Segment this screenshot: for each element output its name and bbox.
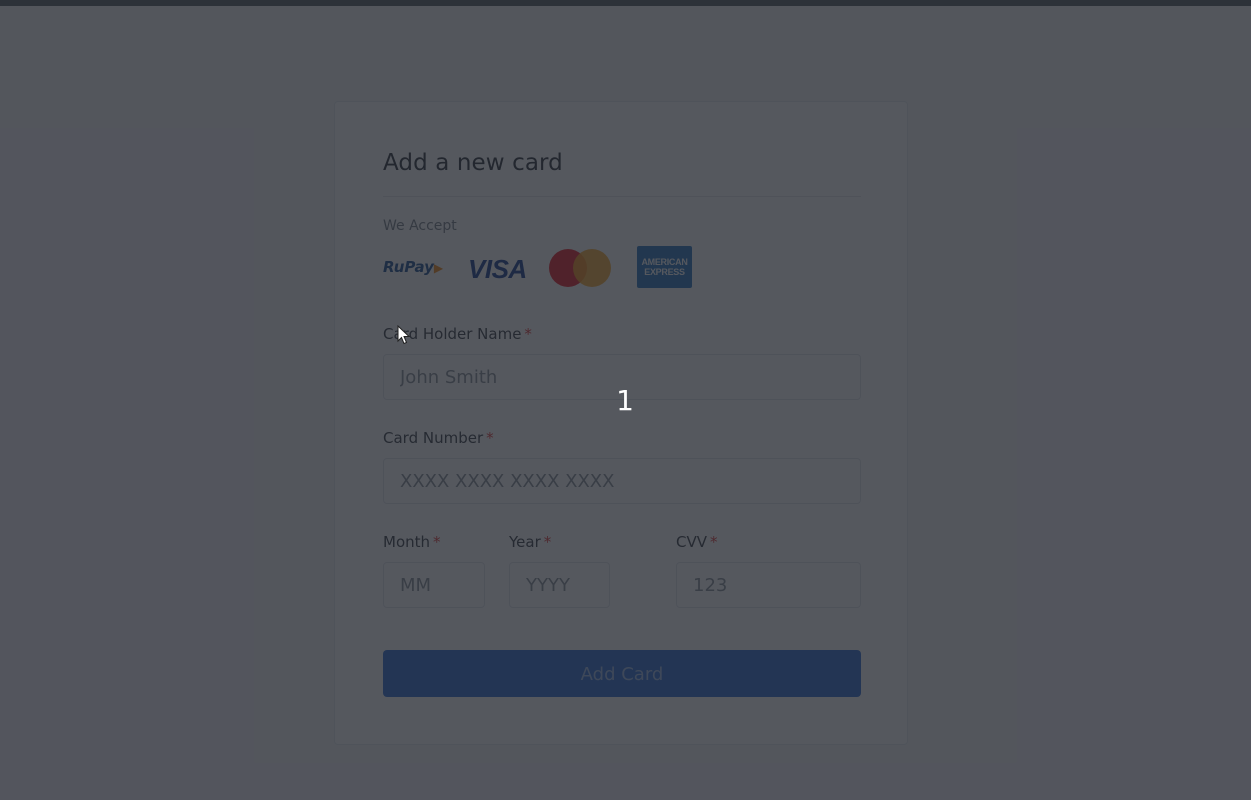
counter-badge: 1	[616, 384, 634, 417]
year-input[interactable]	[509, 562, 610, 608]
card-number-label: Card Number *	[383, 429, 494, 447]
amex-line-2: EXPRESS	[644, 267, 685, 277]
month-label: Month *	[383, 533, 441, 551]
cvv-label-text: CVV	[676, 533, 707, 551]
title-divider	[383, 196, 861, 197]
mouse-cursor-icon	[397, 325, 411, 345]
required-marker: *	[524, 325, 532, 343]
month-input[interactable]	[383, 562, 485, 608]
required-marker: *	[710, 533, 718, 551]
required-marker: *	[486, 429, 494, 447]
required-marker: *	[543, 533, 552, 551]
mastercard-yellow-circle	[573, 249, 611, 287]
visa-logo-icon: VISA	[468, 254, 527, 284]
rupay-logo-icon: RuPay▶	[383, 258, 443, 276]
amex-logo-icon: AMERICAN EXPRESS	[637, 246, 692, 288]
year-label-text: Year	[509, 533, 541, 551]
add-card-button[interactable]: Add Card	[383, 650, 861, 697]
page-title: Add a new card	[383, 150, 563, 176]
we-accept-label: We Accept	[383, 218, 457, 234]
cvv-input[interactable]	[676, 562, 861, 608]
mastercard-logo-icon	[549, 249, 611, 287]
required-marker: *	[433, 533, 441, 551]
rupay-logo-text: RuPay	[383, 258, 434, 276]
amex-line-1: AMERICAN	[641, 257, 688, 267]
year-label: Year *	[509, 533, 551, 551]
month-label-text: Month	[383, 533, 431, 551]
top-bar	[0, 0, 1251, 6]
rupay-arrow-icon: ▶	[433, 261, 444, 275]
cvv-label: CVV *	[676, 533, 718, 551]
add-card-panel: Add a new card We Accept RuPay▶ VISA AME…	[334, 101, 908, 745]
card-number-label-text: Card Number	[383, 429, 484, 447]
card-number-input[interactable]	[383, 458, 861, 504]
